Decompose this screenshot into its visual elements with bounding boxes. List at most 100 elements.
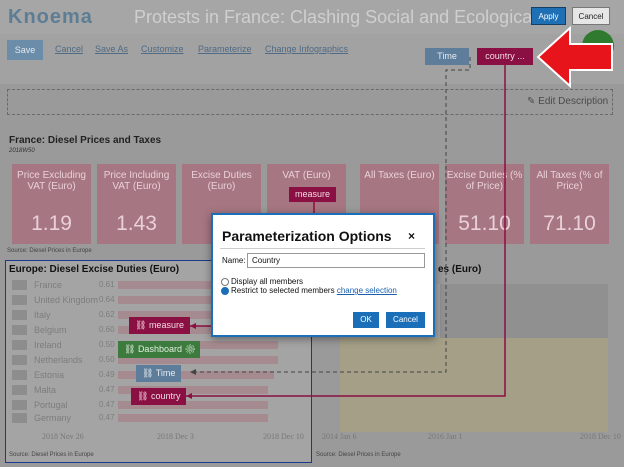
country-name: Italy: [34, 310, 51, 320]
kpi-value: 1.43: [116, 212, 157, 235]
kpi-value: 71.10: [543, 212, 596, 235]
kpi-label: All Taxes (Euro): [364, 170, 435, 181]
country-value: 0.62: [99, 310, 115, 319]
cancel-link[interactable]: Cancel: [55, 44, 83, 54]
country-name: Netherlands: [34, 355, 83, 365]
right-chart-title: es (Euro): [438, 264, 482, 275]
document-title: Protests in France: Clashing Social and …: [134, 7, 534, 27]
country-name: Estonia: [34, 370, 65, 380]
x-tick-label: 2018 Nov 26: [42, 432, 84, 441]
kpi-tile[interactable]: Price Including VAT (Euro) 1.43: [97, 164, 176, 244]
cancel-top-button[interactable]: Cancel: [572, 7, 610, 25]
red-arrow-icon: [536, 26, 613, 88]
kpi-label: Excise Duties (% of Price): [446, 170, 523, 192]
country-value: 0.47: [99, 385, 115, 394]
flag-icon: [12, 370, 27, 380]
flag-icon: [12, 413, 27, 423]
kpi-label: VAT (Euro): [282, 170, 331, 181]
chip-label: measure: [148, 320, 184, 330]
radio-label-text: Restrict to selected members: [231, 286, 335, 295]
dialog-title: Parameterization Options: [222, 228, 392, 244]
time-parameter-button[interactable]: Time: [425, 48, 469, 65]
name-label: Name:: [222, 256, 246, 265]
kpi-label: All Taxes (% of Price): [536, 170, 603, 192]
country-value: 0.47: [99, 400, 115, 409]
chip-label: country: [150, 391, 181, 401]
country-value: 0.49: [99, 370, 115, 379]
country-name: Belgium: [34, 325, 67, 335]
country-parameter-button[interactable]: country ...: [477, 48, 533, 65]
kpi-label: Price Including VAT (Euro): [103, 170, 170, 192]
x-tick-label: 2016 Jan 1: [428, 432, 463, 441]
save-as-link[interactable]: Save As: [95, 44, 128, 54]
link-icon: ⛓: [124, 344, 138, 354]
radio-display-all-label: Display all members: [231, 277, 304, 286]
ok-button[interactable]: OK: [353, 312, 379, 328]
europe-source: Source: Diesel Prices in Europe: [9, 452, 94, 458]
kpi-tile[interactable]: All Taxes (% of Price) 71.10: [530, 164, 609, 244]
france-widget-period: 2018W50: [9, 148, 35, 154]
country-value: 0.60: [99, 325, 115, 334]
chip-label: Dashboard: [137, 344, 182, 354]
link-icon: ⛓: [135, 320, 149, 330]
radio-restrict-selected[interactable]: [221, 287, 229, 295]
right-chart-source: Source: Diesel Prices in Europe: [316, 452, 401, 458]
country-name: Ireland: [34, 340, 62, 350]
customize-link[interactable]: Customize: [141, 44, 184, 54]
right-chart-series-fill: [340, 338, 608, 432]
app-logo[interactable]: Knoema: [8, 6, 93, 29]
link-icon: ⛓: [137, 391, 151, 401]
radio-restrict-selected-label: Restrict to selected members change sele…: [231, 286, 397, 295]
time-chip[interactable]: ⛓ Time: [136, 365, 181, 382]
measure-tag[interactable]: measure: [289, 187, 336, 202]
flag-icon: [12, 355, 27, 365]
cancel-button[interactable]: Cancel: [386, 312, 425, 328]
flag-icon: [12, 295, 27, 305]
country-value: 0.64: [99, 295, 115, 304]
country-value: 0.50: [99, 340, 115, 349]
dialog-divider: [220, 248, 425, 249]
france-source: Source: Diesel Prices in Europe: [7, 248, 92, 254]
save-button[interactable]: Save: [7, 40, 43, 60]
kpi-label: Price Excluding VAT (Euro): [17, 170, 86, 192]
country-chip[interactable]: ⛓ country: [131, 388, 186, 405]
x-tick-label: 2018 Dec 10: [263, 432, 304, 441]
parameterize-link[interactable]: Parameterize: [198, 44, 252, 54]
flag-icon: [12, 385, 27, 395]
chip-label: Time: [155, 368, 176, 378]
dashboard-chip[interactable]: ⛓ Dashboard ⚙: [118, 341, 200, 358]
kpi-tile[interactable]: Price Excluding VAT (Euro) 1.19: [12, 164, 91, 244]
country-name: France: [34, 280, 63, 290]
country-value: 0.50: [99, 355, 115, 364]
x-tick-label: 2014 Jan 6: [322, 432, 357, 441]
flag-icon: [12, 325, 27, 335]
europe-widget-title: Europe: Diesel Excise Duties (Euro): [9, 264, 180, 275]
right-chart-series-band: [440, 284, 608, 338]
kpi-tile[interactable]: Excise Duties (% of Price) 51.10: [445, 164, 524, 244]
country-name: Malta: [34, 385, 57, 395]
change-infographics-link[interactable]: Change Infographics: [265, 44, 348, 54]
link-icon: ⛓: [142, 368, 156, 378]
measure-chip[interactable]: ⛓ measure: [129, 317, 190, 334]
country-name: Portugal: [34, 400, 68, 410]
gear-icon[interactable]: ⚙: [182, 344, 195, 354]
flag-icon: [12, 400, 27, 410]
country-value: 0.47: [99, 413, 115, 422]
flag-icon: [12, 310, 27, 320]
apply-button[interactable]: Apply: [531, 7, 566, 25]
edit-description-link[interactable]: ✎ Edit Description: [527, 96, 608, 107]
kpi-label: Excise Duties (Euro): [191, 170, 252, 192]
change-selection-link[interactable]: change selection: [337, 286, 397, 295]
value-bar: [118, 414, 268, 422]
kpi-value: 51.10: [458, 212, 511, 235]
x-tick-label: 2018 Dec 3: [157, 432, 194, 441]
country-value: 0.61: [99, 280, 115, 289]
x-tick-label: 2018 Dec 10: [580, 432, 621, 441]
flag-icon: [12, 340, 27, 350]
description-area[interactable]: [7, 89, 613, 115]
name-field[interactable]: [247, 253, 425, 268]
close-icon[interactable]: ×: [408, 229, 415, 243]
country-name: Germany: [34, 413, 72, 423]
kpi-value: 1.19: [31, 212, 72, 235]
radio-display-all[interactable]: [221, 278, 229, 286]
